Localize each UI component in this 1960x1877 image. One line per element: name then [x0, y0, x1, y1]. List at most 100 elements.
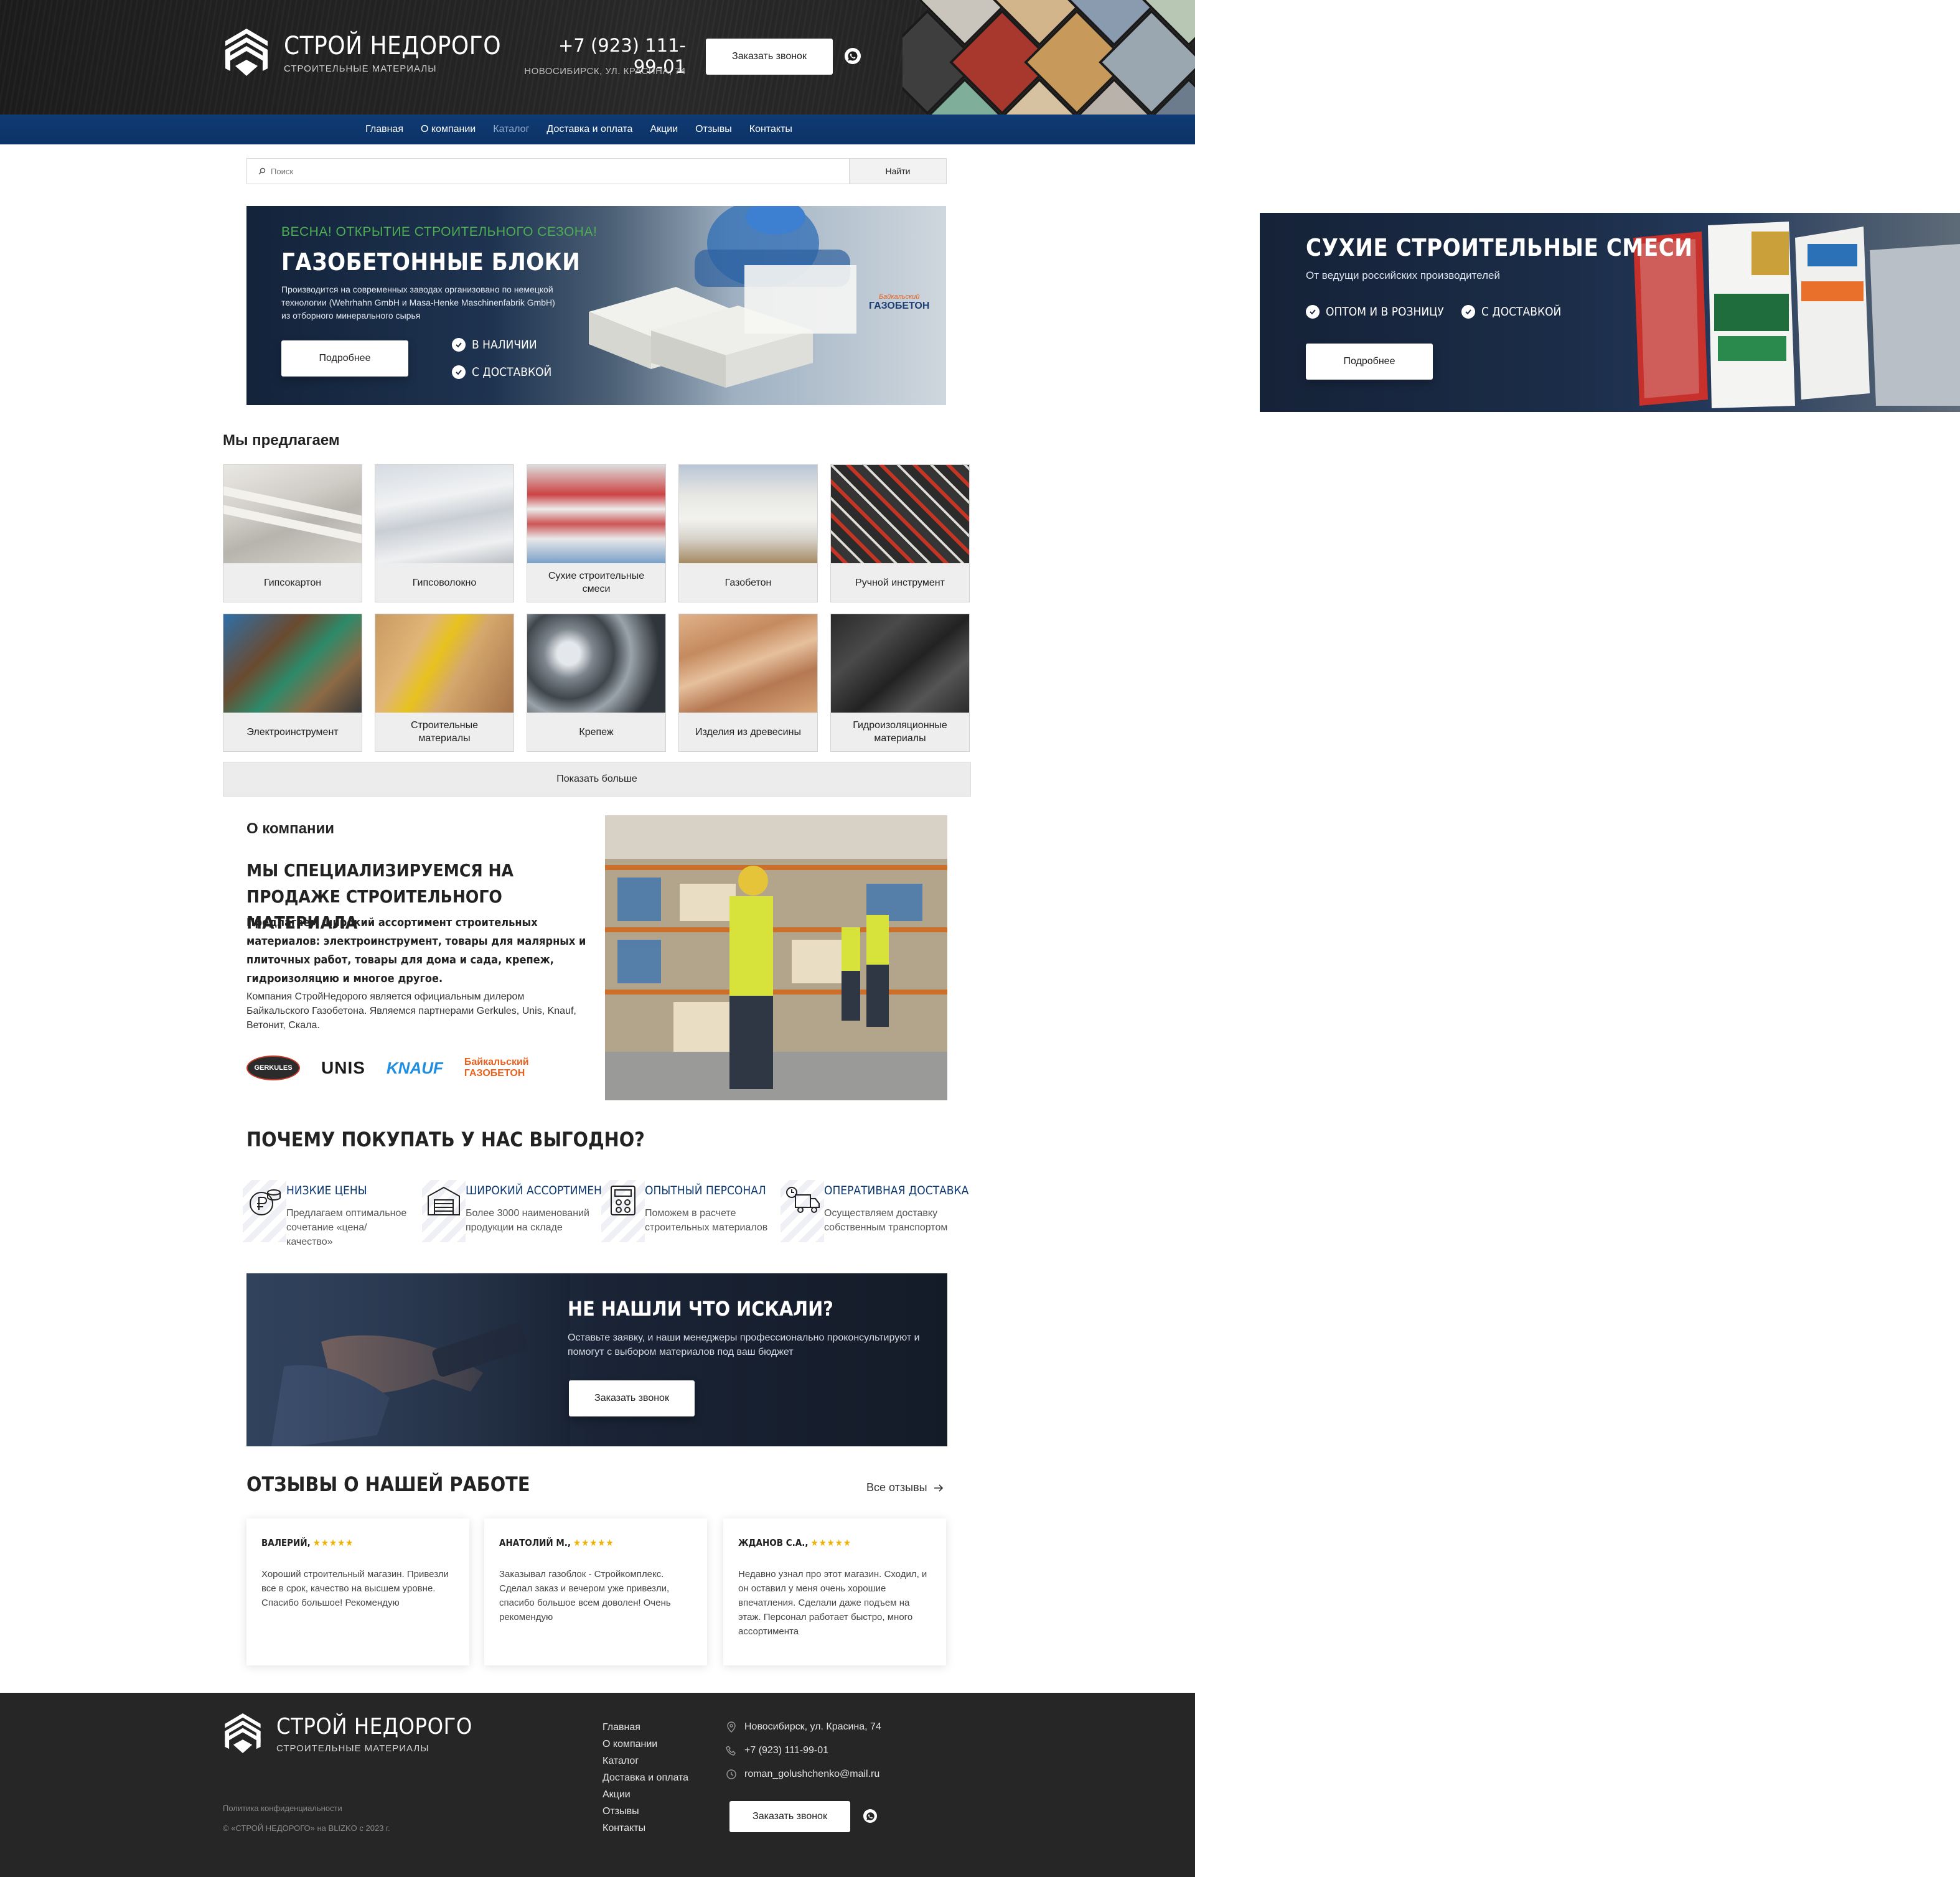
nav-item-home[interactable]: Главная — [365, 124, 403, 135]
hero-more-button[interactable]: Подробнее — [281, 340, 408, 377]
partner-logo-baikal-gazobeton: Байкальский ГАЗОБЕТОН — [464, 1057, 529, 1079]
search-field[interactable] — [247, 159, 849, 184]
footer-nav: Главная О компании Каталог Доставка и оп… — [603, 1721, 688, 1834]
review-card: ЖДАНОВ С.А., ★★★★★ Недавно узнал про этот… — [723, 1519, 946, 1665]
review-card: АНАТОЛИЙ М., ★★★★★ Заказывал газоблок - С… — [484, 1519, 707, 1665]
wood-products-image — [679, 614, 817, 713]
cta-title: НЕ НАШЛИ ЧТО ИСКАЛИ? — [568, 1297, 833, 1321]
nav-item-catalog[interactable]: Каталог — [493, 124, 529, 135]
footer-nav-about[interactable]: О компании — [603, 1738, 688, 1750]
footer-brand-logo[interactable]: СТРОЙ НЕДОРОГО СТРОИТЕЛЬНЫЕ МАТЕРИАЛЫ — [223, 1711, 472, 1755]
category-card-waterproofing[interactable]: Гидроизоляционные материалы — [830, 614, 970, 752]
main-nav: Главная О компании Каталог Доставка и оп… — [0, 115, 1195, 144]
footer-nav-reviews[interactable]: Отзывы — [603, 1805, 688, 1817]
check-icon — [452, 338, 466, 352]
category-card-aerated-concrete[interactable]: Газобетон — [678, 464, 818, 602]
gypsum-fiber-image — [375, 465, 513, 563]
review-card: ВАЛЕРИЙ, ★★★★★ Хороший строительный магаз… — [246, 1519, 469, 1665]
hero-side-check-wholesale: ОПТОМ И В РОЗНИЦУ — [1306, 305, 1444, 319]
logo-mark-icon — [225, 29, 268, 76]
partner-logo-unis: UNIS — [321, 1058, 365, 1077]
category-card-wood-products[interactable]: Изделия из древесины — [678, 614, 818, 752]
search-bar: Найти — [246, 158, 947, 184]
hand-with-phone-image — [246, 1273, 570, 1446]
all-reviews-link[interactable]: Все отзывы — [866, 1481, 944, 1494]
copyright: © «СТРОЙ НЕДОРОГО» на BLIZKO с 2023 г. — [223, 1823, 390, 1833]
waterproofing-image — [831, 614, 969, 713]
show-more-button[interactable]: Показать больше — [223, 762, 971, 797]
cta-text: Оставьте заявку, и наши менеджеры профес… — [568, 1332, 920, 1357]
check-icon — [1461, 305, 1475, 319]
footer-nav-home[interactable]: Главная — [603, 1721, 688, 1733]
category-card-drywall[interactable]: Гипсокартон — [223, 464, 362, 602]
why-title: ПОЧЕМУ ПОКУПАТЬ У НАС ВЫГОДНО? — [246, 1128, 645, 1151]
footer-phone[interactable]: +7 (923) 111-99-01 — [726, 1745, 828, 1756]
building-materials-image — [375, 614, 513, 713]
rating-stars-icon: ★★★★★ — [810, 1537, 851, 1548]
category-card-fasteners[interactable]: Крепеж — [527, 614, 666, 752]
cta-call-button[interactable]: Заказать звонок — [569, 1380, 695, 1416]
category-card-dry-mixes[interactable]: Сухие строительные смеси — [527, 464, 666, 602]
whatsapp-icon[interactable] — [845, 48, 861, 64]
hero-kicker: ВЕСНА! ОТКРЫТИЕ СТРОИТЕЛЬНОГО СЕЗОНА! — [281, 225, 598, 239]
search-input[interactable] — [271, 166, 769, 176]
check-icon — [1306, 305, 1320, 319]
rating-stars-icon: ★★★★★ — [573, 1537, 614, 1548]
review-text: Недавно узнал про этот магазин. Сходил, … — [738, 1569, 927, 1637]
hero-check-in-stock: В НАЛИЧИИ — [452, 338, 537, 352]
coins-icon — [243, 1180, 286, 1242]
hero-side-description: От ведущи российских производителей — [1306, 269, 1500, 281]
category-card-building-materials[interactable]: Строительные материалы — [375, 614, 514, 752]
footer-nav-delivery[interactable]: Доставка и оплата — [603, 1772, 688, 1784]
review-author: ВАЛЕРИЙ, — [261, 1537, 311, 1548]
category-card-hand-tools[interactable]: Ручной инструмент — [830, 464, 970, 602]
header-call-button[interactable]: Заказать звонок — [706, 39, 833, 75]
site-header: СТРОЙ НЕДОРОГО СТРОИТЕЛЬНЫЕ МАТЕРИАЛЫ +7… — [0, 0, 1195, 115]
partner-logos: GERKULES UNIS KNAUF Байкальский ГАЗОБЕТО… — [246, 1056, 556, 1080]
category-card-power-tools[interactable]: Электроинструмент — [223, 614, 362, 752]
review-text: Хороший строительный магазин. Привезли в… — [261, 1569, 449, 1608]
header-address: НОВОСИБИРСК, УЛ. КРАСИНА, 74 — [524, 66, 686, 77]
footer-call-button[interactable]: Заказать звонок — [729, 1801, 850, 1832]
footer-nav-catalog[interactable]: Каталог — [603, 1755, 688, 1767]
footer-brand-title: СТРОЙ НЕДОРОГО — [276, 1713, 472, 1739]
callback-banner: НЕ НАШЛИ ЧТО ИСКАЛИ? Оставьте заявку, и … — [246, 1273, 947, 1446]
nav-item-reviews[interactable]: Отзывы — [695, 124, 732, 135]
logo-mark-icon — [225, 1713, 261, 1753]
location-pin-icon — [727, 1721, 736, 1733]
footer-brand-subtitle: СТРОИТЕЛЬНЫЕ МАТЕРИАЛЫ — [276, 1743, 429, 1754]
nav-item-delivery[interactable]: Доставка и оплата — [546, 124, 632, 135]
hero-banner-dry-mixes: СУХИЕ СТРОИТЕЛЬНЫЕ СМЕСИ От ведущи росси… — [1260, 213, 1960, 412]
review-author: АНАТОЛИЙ М., — [499, 1537, 571, 1548]
footer-email[interactable]: roman_golushchenko@mail.ru — [726, 1769, 879, 1780]
clock-icon — [726, 1769, 736, 1779]
delivery-truck-icon — [781, 1180, 824, 1242]
review-author: ЖДАНОВ С.А., — [738, 1537, 809, 1548]
about-lead: Предлагаем широкий ассортимент строитель… — [246, 916, 586, 985]
brand-logo[interactable]: СТРОЙ НЕДОРОГО СТРОИТЕЛЬНЫЕ МАТЕРИАЛЫ — [223, 27, 501, 77]
nav-item-contacts[interactable]: Контакты — [749, 124, 792, 135]
brand-title: СТРОЙ НЕДОРОГО — [284, 31, 502, 60]
fasteners-image — [527, 614, 665, 713]
privacy-policy-link[interactable]: Политика конфиденциальности — [223, 1804, 342, 1813]
search-button[interactable]: Найти — [849, 159, 946, 184]
baikal-gazobeton-logo: Байкальский ГАЗОБЕТОН — [869, 293, 930, 311]
hand-tools-image — [831, 465, 969, 563]
nav-item-promotions[interactable]: Акции — [650, 124, 678, 135]
arrow-right-icon — [934, 1484, 943, 1492]
nav-item-about[interactable]: О компании — [421, 124, 476, 135]
review-text: Заказывал газоблок - Стройкомплекс. Сдел… — [499, 1569, 671, 1622]
whatsapp-icon[interactable] — [863, 1809, 877, 1823]
footer-nav-promotions[interactable]: Акции — [603, 1789, 688, 1800]
warehouse-icon — [422, 1180, 466, 1242]
about-text: Компания СтройНедорого является официаль… — [246, 991, 576, 1031]
footer-address: Новосибирск, ул. Красина, 74 — [726, 1721, 881, 1733]
warehouse-workers-photo — [605, 815, 947, 1100]
hero-side-more-button[interactable]: Подробнее — [1306, 344, 1433, 380]
header-product-collage — [903, 0, 1195, 115]
footer-nav-contacts[interactable]: Контакты — [603, 1822, 688, 1834]
site-footer: СТРОЙ НЕДОРОГО СТРОИТЕЛЬНЫЕ МАТЕРИАЛЫ По… — [0, 1693, 1195, 1877]
aerated-concrete-image — [679, 465, 817, 563]
hero-side-title: СУХИЕ СТРОИТЕЛЬНЫЕ СМЕСИ — [1306, 234, 1693, 261]
category-card-gypsum-fiber[interactable]: Гипсоволокно — [375, 464, 514, 602]
